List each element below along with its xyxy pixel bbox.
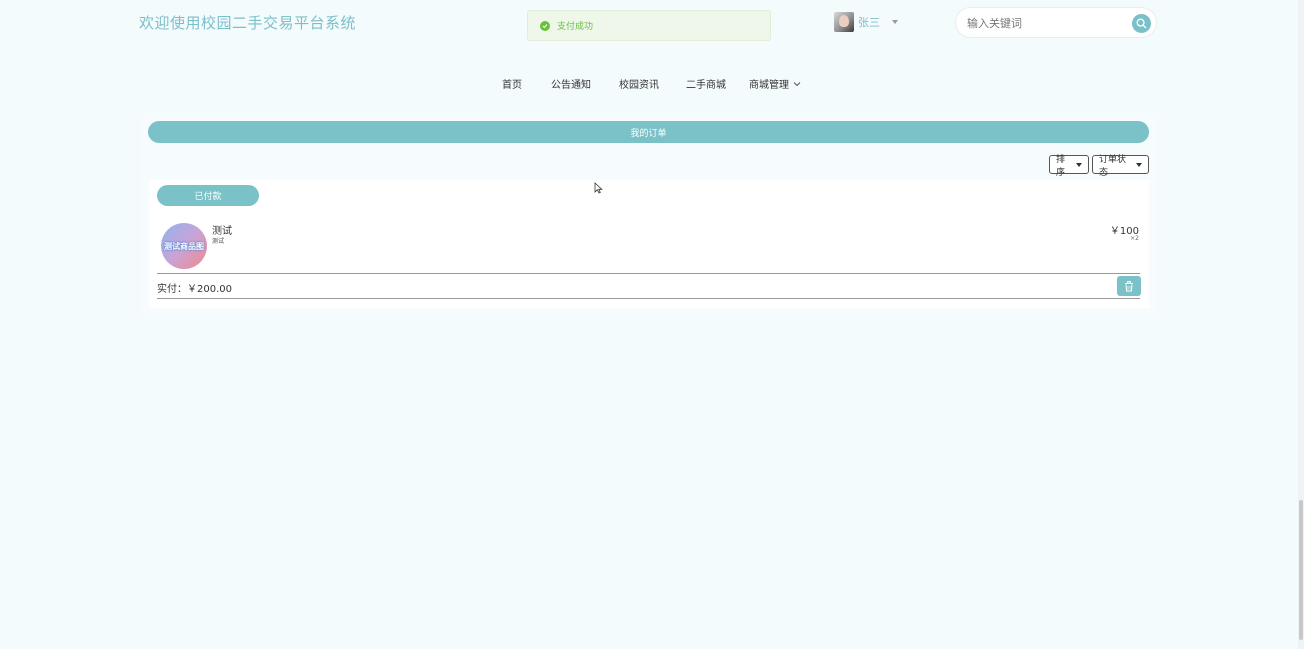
nav-item-home[interactable]: 首页 [502,76,522,91]
order-status-text: 已付款 [194,192,222,202]
nav-item-mall-management[interactable]: 商城管理 [749,76,801,91]
nav-item-campus-news[interactable]: 校园资讯 [619,76,659,91]
order-status-dropdown-button[interactable]: 订单状态 [1092,155,1149,178]
check-circle-icon [540,20,550,31]
user-name[interactable]: 张三 [858,14,880,30]
orders-title-bar: 我的订单 [148,121,1149,143]
page-scrollbar[interactable] [1298,0,1304,649]
search-input[interactable] [965,15,1125,31]
orders-title: 我的订单 [630,128,667,139]
order-divider-bottom [157,298,1140,299]
nav-item-notices[interactable]: 公告通知 [551,76,591,91]
main-nav: 首页 公告通知 校园资讯 二手商城 商城管理 [0,76,1304,92]
nav-dropdown-label: 商城管理 [749,80,789,91]
chevron-down-icon [793,81,801,86]
sort-dropdown-button[interactable]: 排序 [1049,155,1089,178]
order-divider-top [157,273,1140,274]
product-name: 测试 [212,226,232,237]
product-image-text: 测试商品图 [164,241,204,251]
trash-icon [1125,280,1133,291]
sort-label: 排序 [1056,154,1066,178]
user-menu[interactable]: 张三 [834,12,898,32]
search-icon [1136,18,1147,29]
order-card [149,180,1149,308]
product-image[interactable]: 测试商品图 [161,223,207,269]
caret-down-icon [1076,162,1082,167]
search-button[interactable] [1132,14,1151,33]
caret-down-icon [1136,162,1142,167]
site-title: 欢迎使用校园二手交易平台系统 [139,14,357,32]
mouse-cursor-icon [594,179,603,198]
user-avatar[interactable] [834,12,854,32]
product-quantity: ×2 [1130,235,1139,242]
nav-item-secondhand-mall[interactable]: 二手商城 [686,76,726,91]
payment-success-toast: 支付成功 [527,10,771,41]
product-description: 测试 [212,238,225,245]
order-status-label: 订单状态 [1099,154,1127,178]
toast-message: 支付成功 [557,22,594,32]
order-paid-amount: 实付：￥200.00 [157,284,232,295]
delete-order-button[interactable] [1117,276,1141,296]
caret-down-icon[interactable] [892,20,898,24]
search-box [955,7,1157,38]
order-status-badge: 已付款 [157,185,259,206]
scrollbar-thumb[interactable] [1299,500,1303,640]
